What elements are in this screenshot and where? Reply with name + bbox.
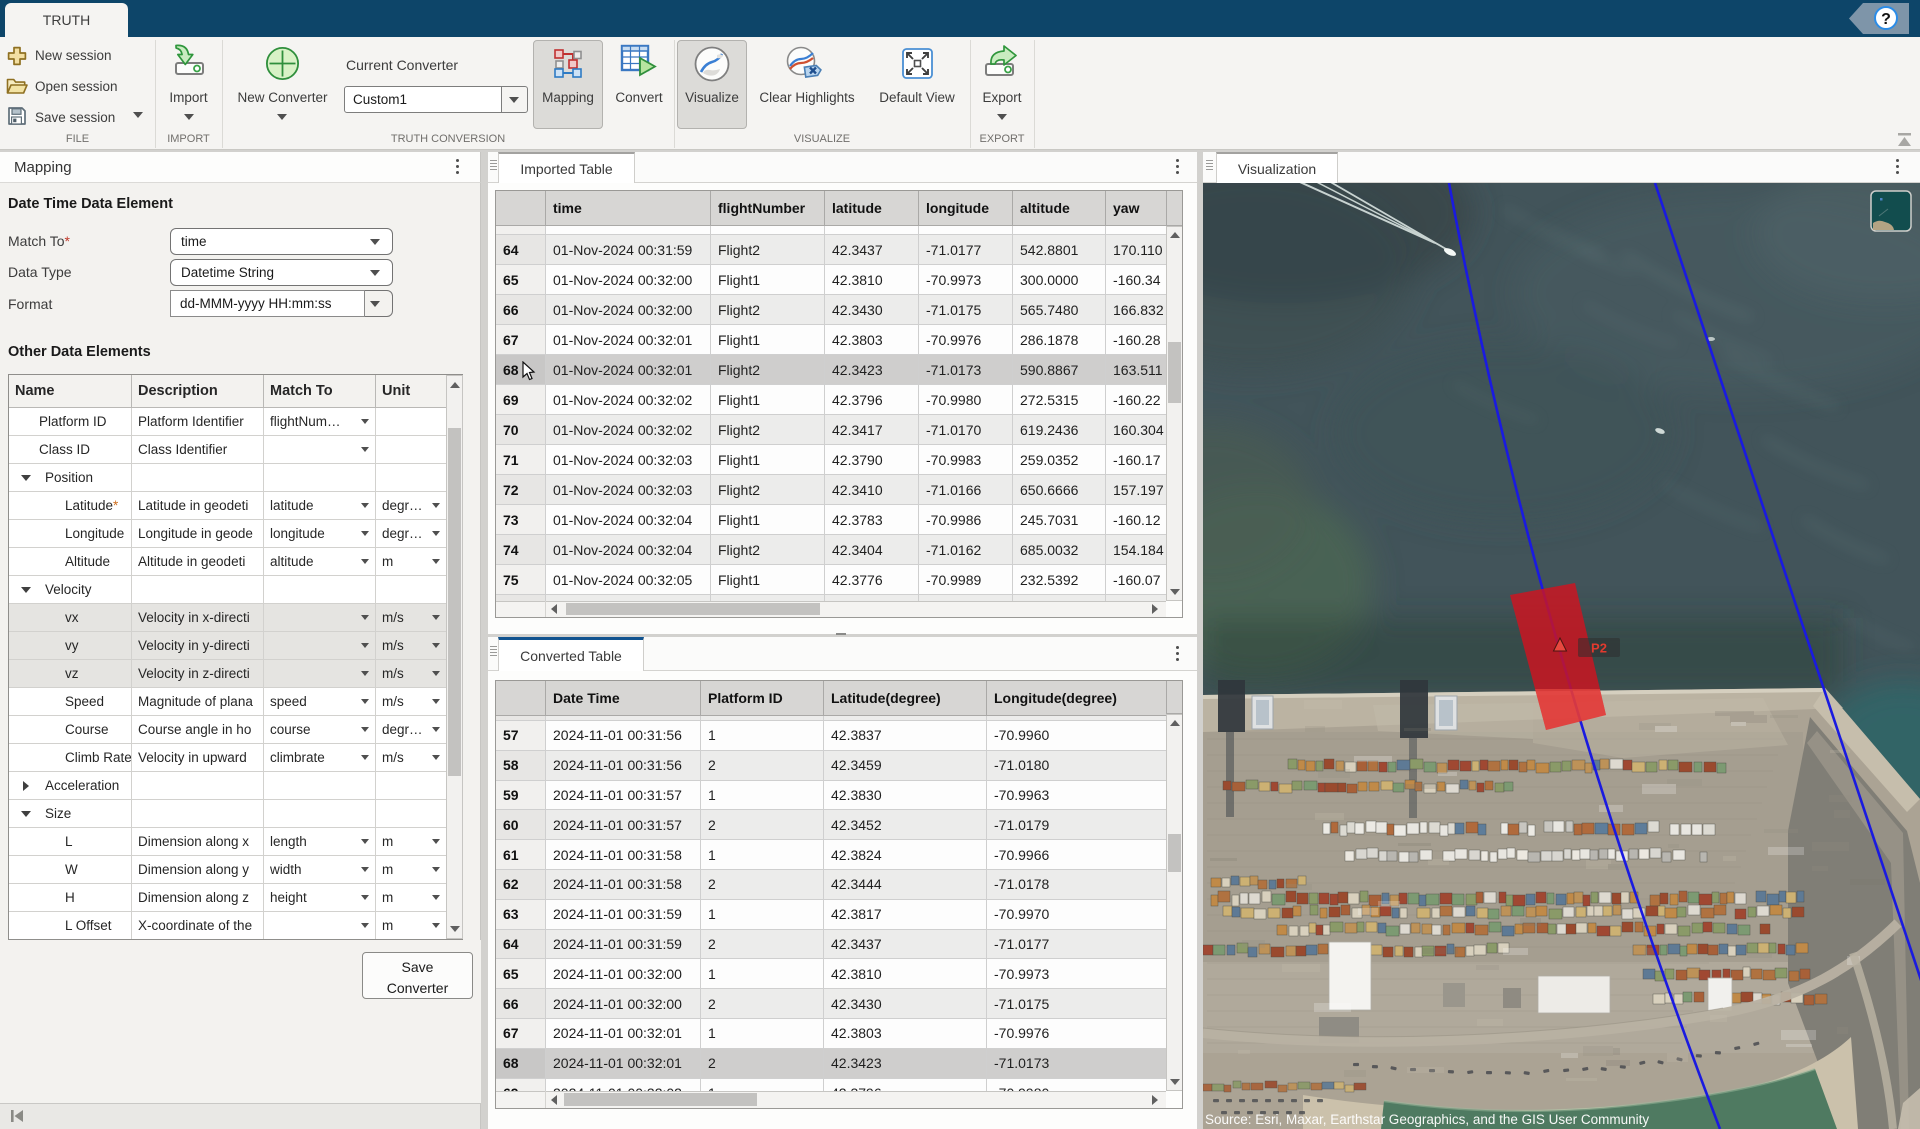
svg-text:Source: Esri, Maxar, Earthstar: Source: Esri, Maxar, Earthstar Geographi… <box>1205 1112 1649 1127</box>
svg-text:P2: P2 <box>1591 641 1607 656</box>
svg-text:?: ? <box>1881 11 1891 28</box>
